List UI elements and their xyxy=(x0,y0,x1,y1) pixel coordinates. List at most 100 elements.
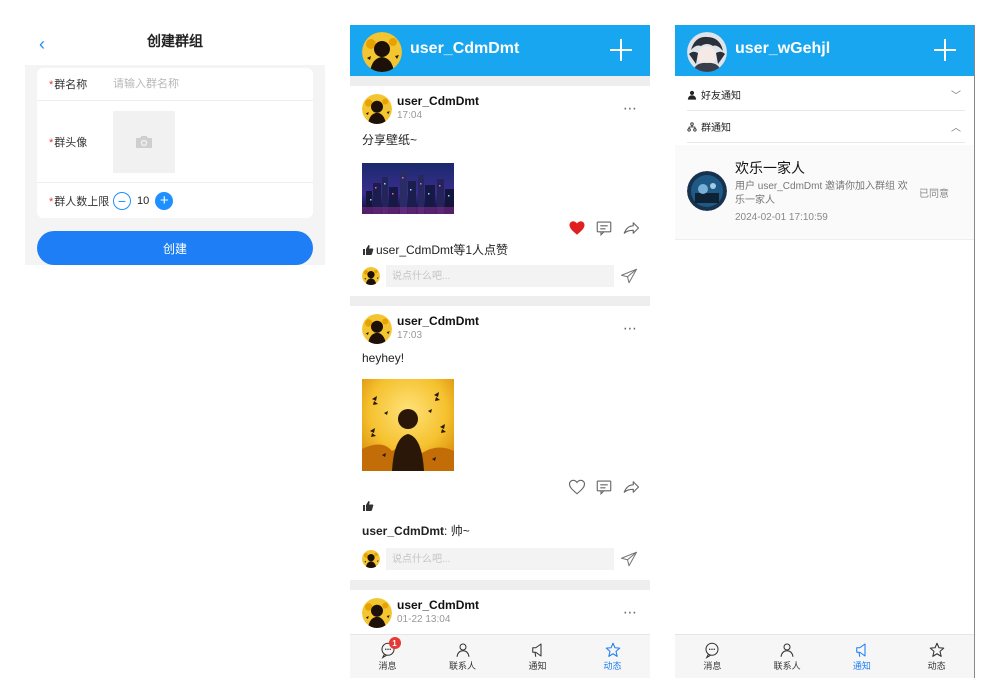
post-text: heyhey! xyxy=(362,351,405,365)
group-limit-row: *群人数上限 − 10 + xyxy=(37,183,313,218)
tab-messages[interactable]: 消息 xyxy=(675,635,750,678)
header-username: user_CdmDmt xyxy=(410,40,520,57)
plus-icon[interactable]: + xyxy=(155,191,174,210)
avatar xyxy=(362,267,380,285)
user-icon xyxy=(687,90,697,100)
group-limit-label: *群人数上限 xyxy=(37,193,113,209)
tab-contacts[interactable]: 联系人 xyxy=(750,635,825,678)
more-icon[interactable]: ⋯ xyxy=(623,100,638,117)
avatar[interactable] xyxy=(687,32,727,72)
post-actions xyxy=(568,219,640,237)
thumbs-up-icon xyxy=(363,501,374,511)
group-limit-label-text: 群人数上限 xyxy=(54,195,110,208)
section-label: 好友通知 xyxy=(701,91,741,102)
send-icon[interactable] xyxy=(620,550,638,568)
post-time: 01-22 13:04 xyxy=(397,614,451,625)
create-button[interactable]: 创建 xyxy=(37,231,313,265)
feed-panel: user_CdmDmt user_CdmDmt 17:04 ⋯ 分享壁纸~ us… xyxy=(350,25,650,678)
chevron-up-icon: ︿ xyxy=(951,123,961,134)
post-image[interactable] xyxy=(362,163,454,214)
post-time: 17:04 xyxy=(397,110,423,121)
comment-box xyxy=(362,548,644,570)
likes-text: user_CdmDmt等1人点赞 xyxy=(376,243,509,257)
notice-time: 2024-02-01 17:10:59 xyxy=(735,212,828,223)
post-username: user_CdmDmt xyxy=(397,314,480,328)
share-icon[interactable] xyxy=(622,478,640,496)
more-icon[interactable]: ⋯ xyxy=(623,604,638,621)
notice-icon xyxy=(531,643,542,657)
post-image[interactable] xyxy=(362,379,454,471)
post-actions xyxy=(568,478,640,496)
avatar[interactable] xyxy=(362,94,392,124)
post-username: user_CdmDmt xyxy=(397,94,480,108)
more-icon[interactable]: ⋯ xyxy=(623,320,638,337)
avatar[interactable] xyxy=(362,598,392,628)
comment-input[interactable] xyxy=(386,548,614,570)
page-title: 创建群组 xyxy=(147,33,203,49)
share-icon[interactable] xyxy=(622,219,640,237)
bottom-tab-bar: 消息 联系人 通知 动态 xyxy=(675,634,974,678)
comment-username[interactable]: user_CdmDmt xyxy=(362,524,444,538)
tab-contacts[interactable]: 联系人 xyxy=(425,635,500,678)
tab-label: 消息 xyxy=(378,661,397,671)
heart-icon[interactable] xyxy=(568,219,586,237)
avatar[interactable] xyxy=(362,32,402,72)
required-mark: * xyxy=(49,79,54,91)
send-icon[interactable] xyxy=(620,267,638,285)
header-username: user_wGehjl xyxy=(735,40,831,57)
tab-label: 通知 xyxy=(528,661,547,671)
required-mark: * xyxy=(49,136,54,149)
friend-notice-section[interactable]: 好友通知 ﹀ xyxy=(687,79,965,111)
group-notice-section[interactable]: 群通知 ︿ xyxy=(687,111,965,143)
list-item[interactable]: 欢乐一家人 用户 user_CdmDmt 邀请你加入群组 欢乐一家人 2024-… xyxy=(675,145,974,240)
group-limit-value: 10 xyxy=(137,194,150,207)
likes-line: user_CdmDmt等1人点赞 xyxy=(362,241,508,258)
bottom-tab-bar: 1 消息 联系人 通知 动态 xyxy=(350,634,650,678)
avatar[interactable] xyxy=(362,314,392,344)
group-name-input[interactable] xyxy=(113,78,263,90)
plus-icon[interactable] xyxy=(930,35,960,65)
minus-icon[interactable]: − xyxy=(113,191,131,210)
tab-messages[interactable]: 1 消息 xyxy=(350,635,425,678)
plus-icon[interactable] xyxy=(606,35,636,65)
divider xyxy=(350,76,650,86)
tab-label: 动态 xyxy=(927,661,946,671)
create-group-header: ‹ 创建群组 xyxy=(25,25,325,65)
chevron-left-icon[interactable]: ‹ xyxy=(39,34,45,55)
notice-message: 用户 user_CdmDmt 邀请你加入群组 欢乐一家人 xyxy=(735,181,908,206)
camera-icon xyxy=(136,135,152,148)
heart-outline-icon[interactable] xyxy=(568,478,586,496)
avatar xyxy=(362,550,380,568)
avatar-upload[interactable] xyxy=(113,110,175,173)
avatar xyxy=(687,171,727,211)
group-avatar-label-text: 群头像 xyxy=(54,136,88,149)
comment-text: : 帅~ xyxy=(444,524,470,538)
create-group-panel: ‹ 创建群组 *群名称 *群头像 *群人数上限 − 10 + xyxy=(25,25,325,265)
unread-badge: 1 xyxy=(388,637,401,649)
contacts-icon xyxy=(780,643,794,657)
tab-notices[interactable]: 通知 xyxy=(500,635,575,678)
post-time: 17:03 xyxy=(397,330,423,341)
post-card: user_CdmDmt 17:04 ⋯ 分享壁纸~ user_CdmDmt等1人… xyxy=(350,86,650,296)
post-card: user_CdmDmt 01-22 13:04 ⋯ xyxy=(350,590,650,628)
divider xyxy=(350,580,650,590)
post-card: user_CdmDmt 17:03 ⋯ heyhey! user_CdmDmt:… xyxy=(350,306,650,580)
tab-notices[interactable]: 通知 xyxy=(825,635,900,678)
group-avatar-label: *群头像 xyxy=(37,134,113,150)
tab-moments[interactable]: 动态 xyxy=(899,635,974,678)
tab-label: 消息 xyxy=(703,661,722,671)
tab-label: 联系人 xyxy=(448,661,476,671)
tab-moments[interactable]: 动态 xyxy=(575,635,650,678)
comment-input[interactable] xyxy=(386,265,614,287)
comment-icon[interactable] xyxy=(595,219,613,237)
divider xyxy=(350,296,650,306)
create-group-form: *群名称 *群头像 *群人数上限 − 10 + xyxy=(37,68,313,218)
tab-label: 联系人 xyxy=(773,661,801,671)
feed-header: user_CdmDmt xyxy=(350,25,650,76)
post-username: user_CdmDmt xyxy=(397,598,480,612)
star-icon xyxy=(605,642,620,657)
notice-icon xyxy=(856,643,866,657)
group-icon xyxy=(687,121,697,132)
comment-icon[interactable] xyxy=(595,478,613,496)
contacts-icon xyxy=(455,643,470,657)
